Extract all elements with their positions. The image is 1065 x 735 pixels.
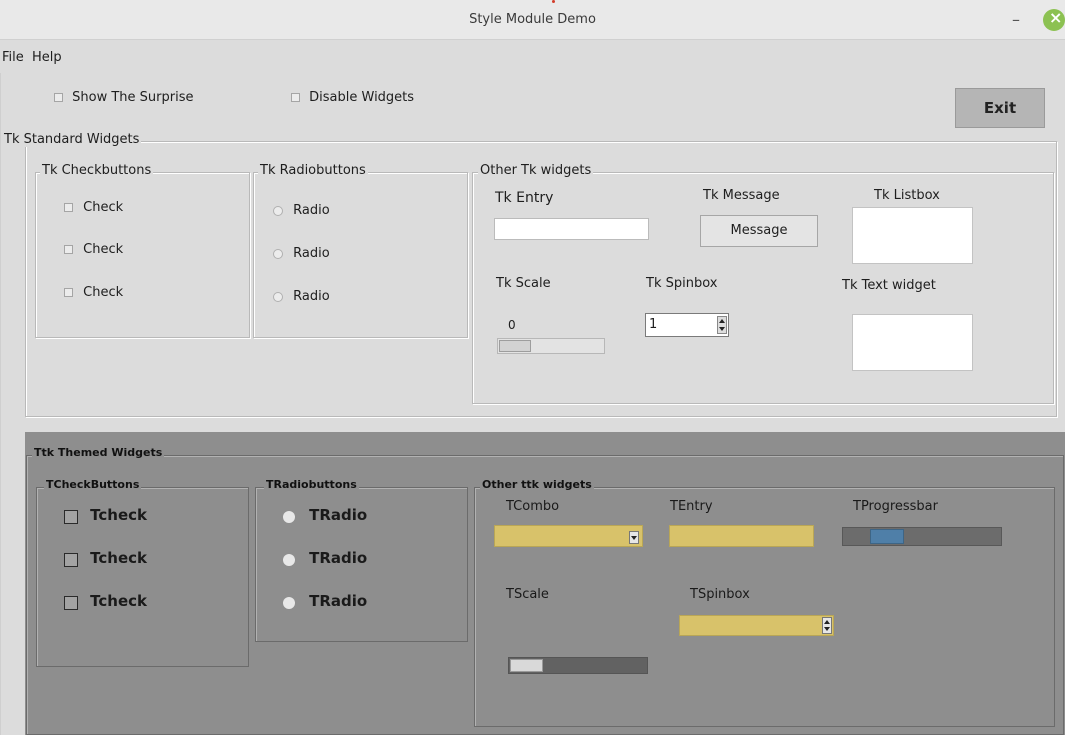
tk-entry-input[interactable] xyxy=(494,218,649,240)
other-ttk-widgets-frame xyxy=(474,487,1055,727)
tk-radio-2[interactable]: Radio xyxy=(273,246,330,261)
arrow-up-icon xyxy=(824,620,830,624)
checkbox-icon xyxy=(64,245,73,254)
tk-checkbuttons-title: Tk Checkbuttons xyxy=(40,163,154,178)
show-surprise-label: Show The Surprise xyxy=(72,90,194,105)
tk-scale-slider[interactable] xyxy=(499,340,531,352)
tk-entry-label: Tk Entry xyxy=(495,190,554,206)
disable-widgets-checkbox[interactable]: Disable Widgets xyxy=(291,90,414,105)
checkbox-icon xyxy=(64,288,73,297)
indicator-dot xyxy=(552,0,555,3)
close-window-button[interactable] xyxy=(1043,8,1065,31)
tk-check-label: Check xyxy=(83,285,124,300)
arrow-down-icon xyxy=(631,536,637,540)
tk-message-label: Tk Message xyxy=(703,188,780,203)
ttk-themed-widgets-title: Ttk Themed Widgets xyxy=(32,446,165,459)
tk-text-widget-label: Tk Text widget xyxy=(842,278,936,293)
radio-icon xyxy=(283,596,295,609)
checkbox-icon xyxy=(64,509,78,524)
radio-icon xyxy=(273,248,283,259)
arrow-down-icon xyxy=(719,327,725,331)
ttk-radio-2[interactable]: TRadio xyxy=(283,549,367,567)
ttk-check-label: Tcheck xyxy=(90,549,147,567)
arrow-down-icon xyxy=(824,627,830,631)
ttk-check-1[interactable]: Tcheck xyxy=(64,506,147,524)
ttk-entry-input[interactable] xyxy=(669,525,814,547)
spinbox-arrows-icon[interactable] xyxy=(717,316,727,334)
ttk-radio-label: TRadio xyxy=(309,506,368,524)
tk-message-widget: Message xyxy=(700,215,818,247)
checkbox-icon xyxy=(64,203,73,212)
ttk-radio-label: TRadio xyxy=(309,549,368,567)
tk-radiobuttons-title: Tk Radiobuttons xyxy=(258,163,368,178)
ttk-combobox[interactable] xyxy=(494,525,643,547)
exit-button[interactable]: Exit xyxy=(955,88,1045,128)
spinbox-arrows-icon[interactable] xyxy=(822,617,832,634)
checkbox-icon xyxy=(64,595,78,610)
tk-check-label: Check xyxy=(83,200,124,215)
other-tk-widgets-title: Other Tk widgets xyxy=(478,163,594,178)
tk-radio-3[interactable]: Radio xyxy=(273,289,330,304)
tk-check-3[interactable]: Check xyxy=(64,285,123,300)
radio-icon xyxy=(273,205,283,216)
ttk-radio-1[interactable]: TRadio xyxy=(283,506,367,524)
tk-radio-label: Radio xyxy=(293,246,330,261)
ttk-check-label: Tcheck xyxy=(90,506,147,524)
checkbox-icon xyxy=(54,93,63,102)
progressbar-indicator xyxy=(870,529,904,544)
checkbox-icon xyxy=(64,552,78,567)
tk-check-label: Check xyxy=(83,242,124,257)
disable-widgets-label: Disable Widgets xyxy=(309,90,415,105)
other-ttk-widgets-title: Other ttk widgets xyxy=(480,478,594,491)
menu-file[interactable]: File xyxy=(2,50,24,65)
arrow-up-icon xyxy=(719,319,725,323)
tk-check-1[interactable]: Check xyxy=(64,200,123,215)
tk-listbox-label: Tk Listbox xyxy=(874,188,940,203)
radio-icon xyxy=(273,291,283,302)
ttk-scale-label: TScale xyxy=(506,587,549,602)
ttk-progressbar-label: TProgressbar xyxy=(853,499,938,514)
checkbox-icon xyxy=(291,93,300,102)
tk-text-widget[interactable] xyxy=(852,314,973,371)
tk-spinbox-value: 1 xyxy=(649,317,658,332)
tk-spinbox[interactable]: 1 xyxy=(645,313,729,337)
tk-radio-label: Radio xyxy=(293,289,330,304)
window-title: Style Module Demo xyxy=(469,12,596,27)
ttk-checkbuttons-title: TCheckButtons xyxy=(44,478,142,491)
menu-help[interactable]: Help xyxy=(32,50,62,65)
tk-radio-label: Radio xyxy=(293,203,330,218)
ttk-radio-3[interactable]: TRadio xyxy=(283,592,367,610)
ttk-entry-label: TEntry xyxy=(670,499,713,514)
tk-check-2[interactable]: Check xyxy=(64,242,123,257)
ttk-radio-label: TRadio xyxy=(309,592,368,610)
tk-spinbox-label: Tk Spinbox xyxy=(646,276,718,291)
ttk-scale-trough[interactable] xyxy=(508,657,648,674)
chevron-down-icon[interactable] xyxy=(629,531,639,544)
ttk-check-3[interactable]: Tcheck xyxy=(64,592,147,610)
tk-scale-label: Tk Scale xyxy=(496,276,551,291)
ttk-check-2[interactable]: Tcheck xyxy=(64,549,147,567)
ttk-spinbox-label: TSpinbox xyxy=(690,587,750,602)
ttk-combo-label: TCombo xyxy=(506,499,560,514)
tk-standard-widgets-title: Tk Standard Widgets xyxy=(2,132,142,147)
tk-listbox[interactable] xyxy=(852,207,973,264)
radio-icon xyxy=(283,510,295,523)
ttk-check-label: Tcheck xyxy=(90,592,147,610)
ttk-progressbar xyxy=(842,527,1002,546)
radio-icon xyxy=(283,553,295,566)
ttk-scale-slider[interactable] xyxy=(510,659,543,672)
minimize-button[interactable]: – xyxy=(1006,10,1026,30)
ttk-spinbox[interactable] xyxy=(679,615,834,636)
ttk-radiobuttons-title: TRadiobuttons xyxy=(264,478,359,491)
tk-radio-1[interactable]: Radio xyxy=(273,203,330,218)
menu-bar xyxy=(0,40,1065,73)
tk-scale-trough[interactable] xyxy=(497,338,605,354)
tk-scale-value: 0 xyxy=(508,318,516,332)
show-surprise-checkbox[interactable]: Show The Surprise xyxy=(54,90,193,105)
